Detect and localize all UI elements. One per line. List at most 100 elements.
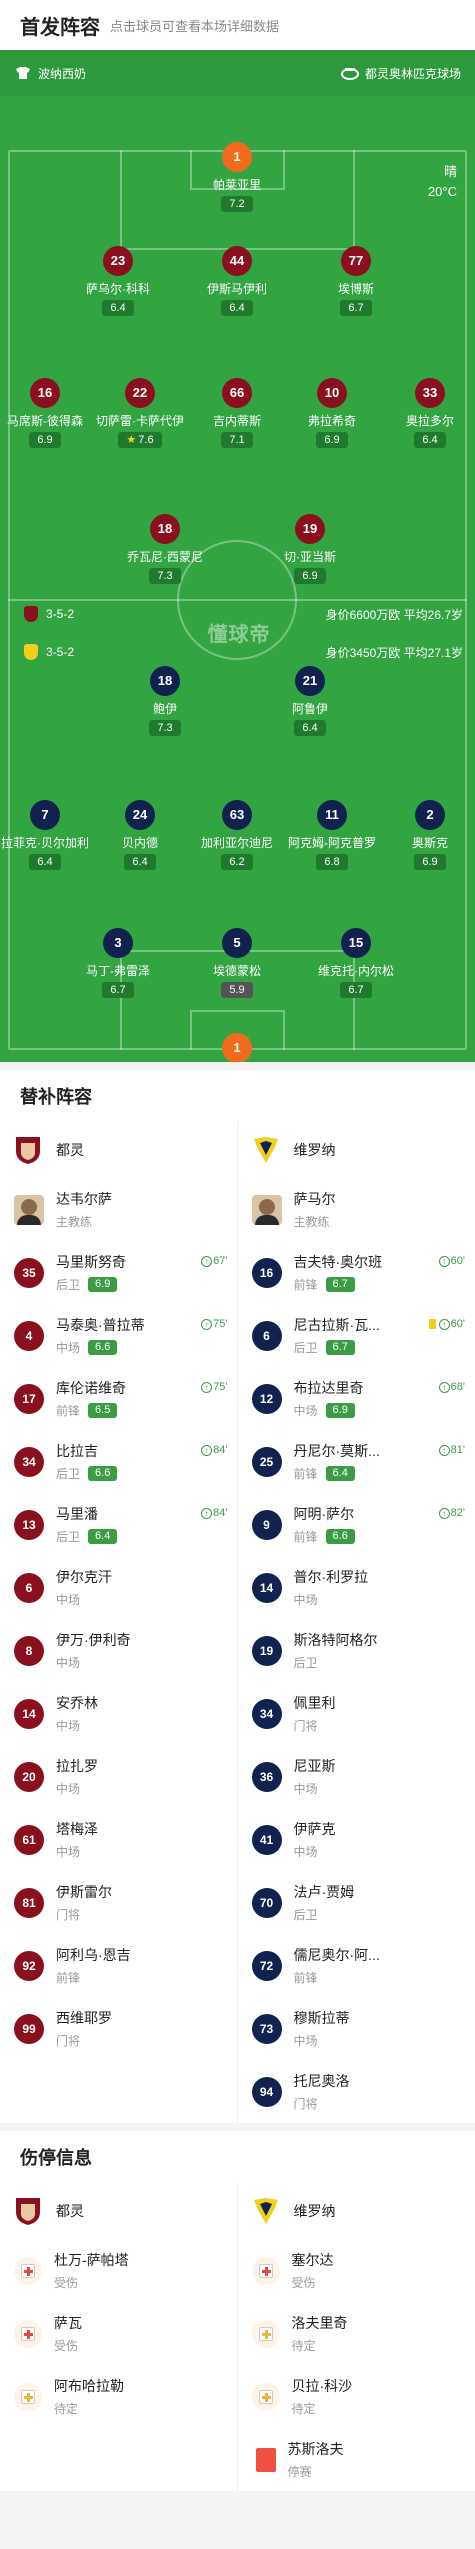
sub-player-row[interactable]: 16 吉夫特·奥尔班 前锋 6.7 ↑ 60': [238, 1241, 475, 1304]
player-name: 法卢·贾姆: [293, 1884, 355, 1900]
position-text: 中场: [293, 1593, 318, 1607]
injury-row[interactable]: 阿布哈拉勒 待定: [0, 2365, 238, 2428]
rating-value: 6.4: [110, 302, 126, 314]
injury-row[interactable]: 苏斯洛夫 停赛: [238, 2428, 475, 2491]
yellow-card-icon: [428, 1319, 436, 1329]
home-player[interactable]: 19 切·亚当斯 6.9: [260, 514, 360, 584]
position-text: 前锋: [293, 1467, 318, 1481]
player-name: 安乔林: [56, 1695, 98, 1711]
sub-player-row[interactable]: 4 马泰奥·普拉蒂 中场 6.6 ↑ 75': [0, 1304, 238, 1367]
injury-row[interactable]: 塞尔达 受伤: [238, 2239, 475, 2302]
sub-player-row[interactable]: 34 比拉吉 后卫 6.6 ↑ 84': [0, 1430, 238, 1493]
verona-crest-icon: [253, 1137, 278, 1163]
home-coach-row[interactable]: 达韦尔萨 主教练: [0, 1178, 238, 1241]
away-player[interactable]: 7 拉菲克·贝尔加利 6.4: [0, 800, 95, 870]
player-number-badge: 34: [14, 1446, 44, 1477]
medical-cross-icon: [21, 2389, 35, 2404]
sub-in-icon: ↑: [438, 1318, 450, 1330]
sub-in-tag: ↑ 60': [428, 1318, 465, 1330]
away-player[interactable]: 2 奥斯克 6.9: [380, 800, 475, 870]
sub-player-row[interactable]: 35 马里斯努奇 后卫 6.9 ↑ 67': [0, 1241, 238, 1304]
rating-value: 5.9: [229, 984, 245, 996]
player-name: 马席斯-彼得森: [7, 414, 83, 428]
away-player[interactable]: 24 贝内德 6.4: [90, 800, 190, 870]
player-info: 托尼奥洛 门将: [294, 2071, 466, 2112]
sub-player-row[interactable]: 99 西维耶罗 门将: [0, 1997, 238, 2060]
player-number-badge: 4: [14, 1320, 44, 1351]
player-info: 塞尔达 受伤: [292, 2250, 466, 2291]
away-player[interactable]: 63 加利亚尔迪尼 6.2: [187, 800, 287, 870]
home-player[interactable]: 18 乔瓦尼·西蒙尼 7.3: [115, 514, 215, 584]
injuries-teams: 都灵 杜万-萨帕塔 受伤 萨瓦 受伤 阿布哈拉勒 待定 维罗纳 塞尔达 受伤 洛夫里奇 待定 贝拉…: [0, 2183, 475, 2491]
player-number-badge: 9: [251, 1509, 282, 1540]
position-text: 后卫: [56, 1530, 81, 1544]
home-player[interactable]: 44 伊斯马伊利 6.4: [187, 246, 287, 316]
home-player[interactable]: 23 萨乌尔·科科 6.4: [68, 246, 168, 316]
injury-status: 待定: [54, 2402, 79, 2416]
sub-player-row[interactable]: 70 法卢·贾姆 后卫: [238, 1871, 475, 1934]
injury-row[interactable]: 洛夫里奇 待定: [238, 2302, 475, 2365]
sub-player-row[interactable]: 25 丹尼尔·莫斯... 前锋 6.4 ↑ 81': [238, 1430, 475, 1493]
sub-player-row[interactable]: 41 伊萨克 中场: [238, 1808, 475, 1871]
sub-in-tag: ↑ 68': [438, 1381, 465, 1393]
player-position: 后卫 6.9: [56, 1276, 228, 1293]
player-info: 伊尔克汗 中场: [56, 1567, 228, 1608]
sub-player-row[interactable]: 12 布拉达里奇 中场 6.9 ↑ 68': [238, 1367, 475, 1430]
away-player[interactable]: 5 埃德蒙松 5.9: [187, 928, 287, 998]
player-number-badge: 8: [14, 1635, 44, 1666]
away-player[interactable]: 1蒙迪普6.4: [187, 1033, 287, 1062]
rating-value: 7.1: [229, 434, 245, 446]
position-text: 后卫: [293, 1908, 318, 1922]
home-player[interactable]: 16 马席斯-彼得森 6.9: [0, 378, 95, 448]
home-player[interactable]: 77 埃博斯 6.7: [306, 246, 406, 316]
away-injury-list: 塞尔达 受伤洛夫里奇 待定 贝拉·科沙 待定 苏斯洛夫 停赛: [238, 2239, 475, 2491]
coach-avatar: [14, 1194, 44, 1225]
sub-player-row[interactable]: 14 安乔林 中场: [0, 1682, 238, 1745]
sub-player-row[interactable]: 36 尼亚斯 中场: [238, 1745, 475, 1808]
sub-player-row[interactable]: 6 尼古拉斯·瓦... 后卫 6.7 ↑ 60': [238, 1304, 475, 1367]
home-player[interactable]: 10 弗拉希奇 6.9: [282, 378, 382, 448]
sub-player-row[interactable]: 92 阿利乌·恩吉 前锋: [0, 1934, 238, 1997]
sub-player-row[interactable]: 13 马里潘 后卫 6.4 ↑ 84': [0, 1493, 238, 1556]
injury-row[interactable]: 萨瓦 受伤: [0, 2302, 238, 2365]
injury-icon: [14, 2319, 42, 2348]
player-position: 中场 6.9: [294, 1402, 466, 1419]
player-position: 前锋 6.6: [294, 1528, 466, 1545]
sub-player-row[interactable]: 94 托尼奥洛 门将: [238, 2060, 475, 2123]
sub-player-row[interactable]: 73 穆斯拉蒂 中场: [238, 1997, 475, 2060]
away-player[interactable]: 15 维克托·内尔松 6.7: [306, 928, 406, 998]
home-player[interactable]: 66 吉内蒂斯 7.1: [187, 378, 287, 448]
sub-player-row[interactable]: 19 斯洛特阿格尔 后卫: [238, 1619, 475, 1682]
injury-row[interactable]: 贝拉·科沙 待定: [238, 2365, 475, 2428]
player-number-badge: 6: [251, 1320, 282, 1351]
sub-player-row[interactable]: 20 拉扎罗 中场: [0, 1745, 238, 1808]
home-player[interactable]: 22 切萨雷·卡萨代伊 ★ 7.6: [90, 378, 190, 448]
sub-player-row[interactable]: 9 阿明·萨尔 前锋 6.6 ↑ 82': [238, 1493, 475, 1556]
away-player[interactable]: 11 阿克姆-阿克普罗 6.8: [282, 800, 382, 870]
home-player[interactable]: 33 奥拉多尔 6.4: [380, 378, 475, 448]
injury-row[interactable]: 杜万-萨帕塔 受伤: [0, 2239, 238, 2302]
sub-player-row[interactable]: 17 库伦诺维奇 前锋 6.5 ↑ 75': [0, 1367, 238, 1430]
sub-player-row[interactable]: 61 塔梅泽 中场: [0, 1808, 238, 1871]
sub-player-row[interactable]: 8 伊万·伊利奇 中场: [0, 1619, 238, 1682]
away-player[interactable]: 18 鲍伊 7.3: [115, 666, 215, 736]
home-player[interactable]: 1 帕莱亚里 7.2: [187, 142, 287, 212]
sub-player-row[interactable]: 81 伊斯雷尔 门将: [0, 1871, 238, 1934]
venue-left-label: 波纳西奶: [38, 66, 87, 81]
away-coach-row[interactable]: 萨马尔 主教练: [238, 1178, 475, 1241]
home-injury-list: 杜万-萨帕塔 受伤 萨瓦 受伤 阿布哈拉勒 待定: [0, 2239, 238, 2428]
sub-player-row[interactable]: 14 普尔·利罗拉 中场: [238, 1556, 475, 1619]
away-player[interactable]: 3 马丁-弗雷泽 6.7: [68, 928, 168, 998]
sub-in-minute: 60': [450, 1318, 465, 1330]
position-text: 中场: [56, 1782, 81, 1796]
sub-player-row[interactable]: 72 儒尼奥尔·阿... 前锋: [238, 1934, 475, 1997]
away-player[interactable]: 21 阿鲁伊 6.4: [260, 666, 360, 736]
player-number-badge: 73: [251, 2013, 282, 2044]
sub-player-row[interactable]: 6 伊尔克汗 中场: [0, 1556, 238, 1619]
sub-player-row[interactable]: 34 佩里利 门将: [238, 1682, 475, 1745]
player-info: 普尔·利罗拉 中场: [294, 1567, 466, 1608]
away-subs-list: 16 吉夫特·奥尔班 前锋 6.7 ↑ 60' 6 尼古拉斯·瓦... 后卫 6.7 ↑ 60' 12 布…: [238, 1241, 475, 2123]
sub-in-minute: 84': [213, 1507, 228, 1519]
player-info: 安乔林 中场: [56, 1693, 228, 1734]
torino-crest-icon: [16, 2198, 40, 2225]
